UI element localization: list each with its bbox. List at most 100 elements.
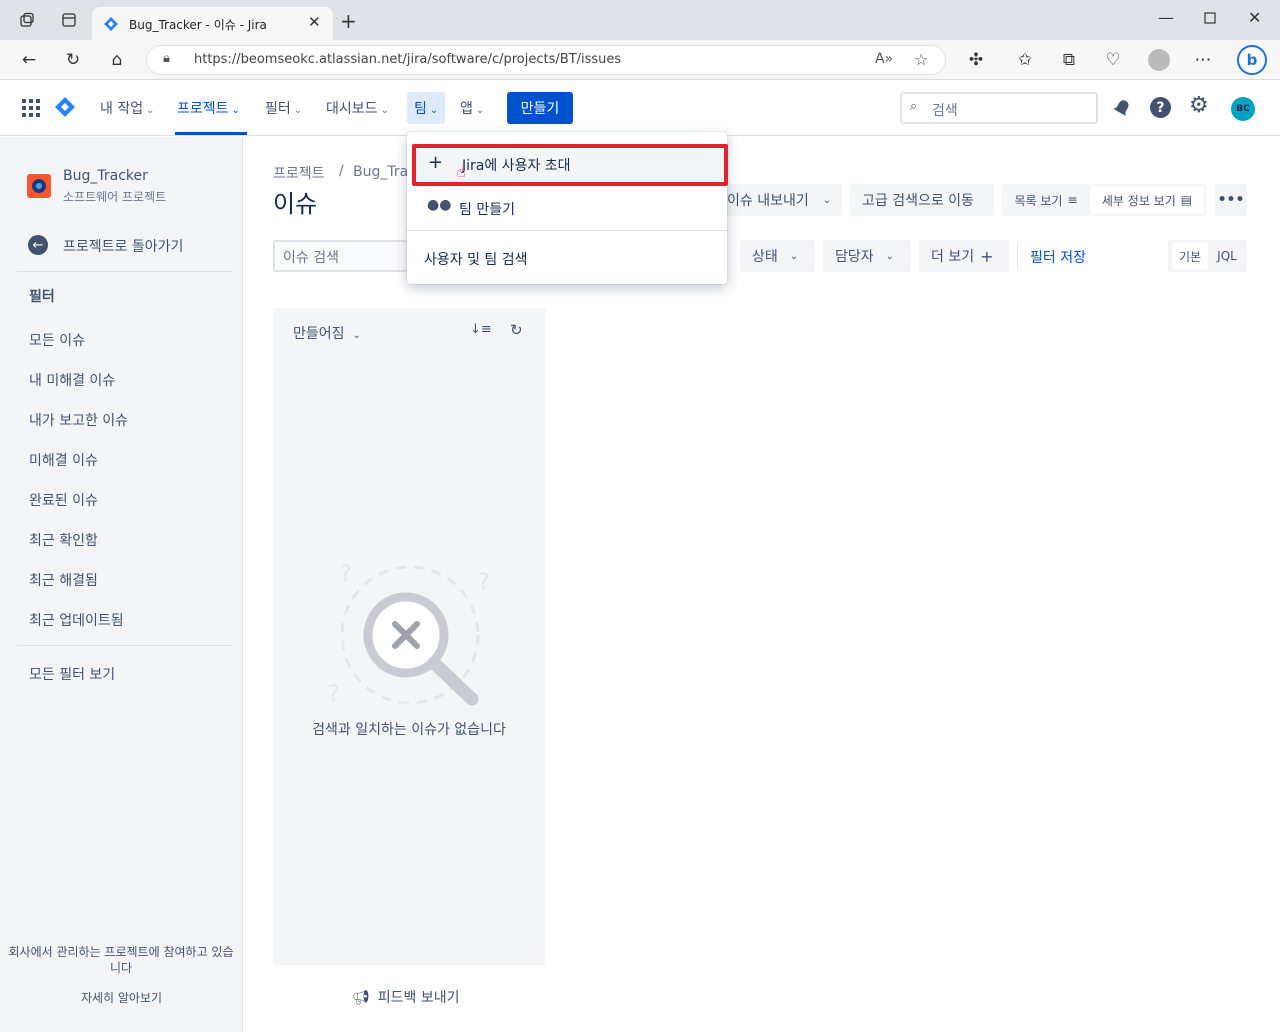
- feedback-label: 피드백 보내기: [377, 990, 460, 1006]
- workspaces-icon[interactable]: [17, 10, 37, 30]
- browser-tab[interactable]: Bug_Tracker - 이슈 - Jira ✕: [92, 7, 333, 40]
- list-icon: ≡: [1067, 193, 1078, 207]
- nav-teams[interactable]: 팀 ⌄: [414, 98, 438, 118]
- list-view-label: 목록 보기: [1014, 193, 1063, 208]
- issue-search-input[interactable]: 이슈 검색: [273, 240, 423, 272]
- app-switcher-icon[interactable]: [22, 99, 40, 121]
- create-button[interactable]: 만들기: [507, 92, 573, 124]
- back-icon[interactable]: ←: [19, 50, 39, 70]
- lock-icon: 🔒︎: [163, 51, 170, 66]
- project-avatar-icon: [27, 174, 51, 198]
- sidebar-item-reported-by-me[interactable]: 내가 보고한 이슈: [29, 410, 128, 430]
- nav-your-work[interactable]: 내 작업 ⌄: [100, 98, 154, 118]
- back-to-project-link[interactable]: 프로젝트로 돌아가기: [63, 236, 183, 256]
- filter-divider: [1017, 243, 1018, 269]
- extensions-icon[interactable]: ✣: [966, 50, 986, 70]
- chevron-down-icon: ⌄: [293, 105, 303, 116]
- close-tab-icon[interactable]: ✕: [308, 13, 321, 31]
- browser-essentials-icon[interactable]: ♡: [1103, 50, 1123, 70]
- sidebar-item-open-issues[interactable]: 미해결 이슈: [29, 450, 98, 470]
- menu-item-search-people-teams[interactable]: 사용자 및 팀 검색: [407, 240, 727, 276]
- breadcrumb-separator: /: [339, 163, 344, 179]
- basic-mode-button[interactable]: 기본: [1172, 243, 1208, 269]
- menu-divider: [407, 230, 727, 231]
- nav-dashboards-label: 대시보드: [326, 101, 378, 117]
- sidebar-item-viewed-recently[interactable]: 최근 확인함: [29, 530, 98, 550]
- sidebar-item-all-issues[interactable]: 모든 이슈: [29, 330, 85, 350]
- minimize-icon[interactable]: —: [1158, 8, 1174, 27]
- favorite-star-icon[interactable]: ☆: [914, 50, 928, 69]
- save-filter-link[interactable]: 필터 저장: [1030, 247, 1086, 267]
- chevron-down-icon: ⌄: [429, 105, 439, 116]
- sidebar-item-resolved-recently[interactable]: 최근 해결됨: [29, 570, 98, 590]
- chevron-down-icon: ⌄: [789, 250, 799, 262]
- sidebar-item-updated-recently[interactable]: 최근 업데이트됨: [29, 610, 124, 630]
- advanced-search-button[interactable]: 고급 검색으로 이동: [850, 184, 994, 216]
- tab-actions-icon[interactable]: [59, 10, 79, 30]
- detail-view-icon: ▤: [1180, 193, 1193, 207]
- more-filters-button[interactable]: 더 보기 +: [919, 240, 1009, 272]
- read-aloud-icon[interactable]: A»: [875, 51, 893, 67]
- nav-dashboards[interactable]: 대시보드 ⌄: [326, 98, 389, 118]
- view-all-filters-link[interactable]: 모든 필터 보기: [29, 664, 115, 684]
- home-icon[interactable]: ⌂: [107, 50, 127, 70]
- new-tab-icon[interactable]: +: [340, 9, 357, 33]
- url-text: https://beomseokc.atlassian.net/jira/sof…: [194, 52, 622, 67]
- jira-logo-icon[interactable]: [54, 96, 76, 122]
- project-sidebar: Bug_Tracker 소프트웨어 프로젝트 ← 프로젝트로 돌아가기 필터 모…: [0, 137, 243, 1032]
- profile-icon[interactable]: [1148, 49, 1170, 71]
- nav-projects[interactable]: 프로젝트 ⌄: [177, 98, 240, 118]
- menu-item-invite-people[interactable]: + Jira에 사용자 초대 ☝: [412, 144, 728, 186]
- more-menu-icon[interactable]: ⋯: [1193, 50, 1213, 70]
- global-search-placeholder: 검색: [932, 103, 958, 119]
- breadcrumb-projects[interactable]: 프로젝트: [273, 163, 325, 183]
- project-type: 소프트웨어 프로젝트: [63, 190, 167, 204]
- sidebar-item-done-issues[interactable]: 완료된 이슈: [29, 490, 98, 510]
- menu-item-create-team[interactable]: ●● 팀 만들기: [407, 188, 727, 228]
- status-filter-button[interactable]: 상태 ⌄: [740, 240, 815, 272]
- issue-list-panel: 만들어짐 ⌄ ↓≡ ↻ ? ? ? 검색과 일치하는 이슈가 없습니다: [273, 308, 545, 965]
- nav-filters[interactable]: 필터 ⌄: [265, 98, 302, 118]
- refresh-icon[interactable]: ↻: [510, 321, 523, 339]
- collections-icon[interactable]: ⧉: [1059, 50, 1079, 70]
- more-filters-label: 더 보기: [931, 249, 975, 265]
- bing-copilot-icon[interactable]: b: [1237, 45, 1267, 75]
- window-close-icon[interactable]: ✕: [1248, 8, 1261, 27]
- notifications-icon[interactable]: [1112, 98, 1132, 122]
- jql-mode-button[interactable]: JQL: [1210, 243, 1244, 269]
- sidebar-item-my-open-issues[interactable]: 내 미해결 이슈: [29, 370, 115, 390]
- sort-order-icon[interactable]: ↓≡: [470, 322, 492, 337]
- page-title: 이슈: [273, 190, 318, 218]
- menu-search-people-label: 사용자 및 팀 검색: [424, 252, 528, 268]
- learn-more-link[interactable]: 자세히 알아보기: [0, 989, 243, 1006]
- list-view-button[interactable]: 목록 보기 ≡: [1006, 187, 1086, 213]
- hand-cursor-icon: ☝: [456, 162, 466, 181]
- detail-view-label: 세부 정보 보기: [1101, 193, 1176, 208]
- sort-by-created[interactable]: 만들어짐 ⌄: [293, 323, 361, 343]
- search-icon: ⌕: [910, 99, 918, 114]
- megaphone-icon: 📢︎: [352, 990, 370, 1006]
- nav-apps[interactable]: 앱 ⌄: [460, 98, 484, 118]
- favorites-icon[interactable]: ✩: [1015, 50, 1035, 70]
- tab-title: Bug_Tracker - 이슈 - Jira: [129, 18, 267, 32]
- more-actions-icon[interactable]: •••: [1215, 184, 1247, 216]
- avatar[interactable]: BC: [1231, 97, 1255, 121]
- back-arrow-icon[interactable]: ←: [28, 235, 48, 255]
- maximize-icon[interactable]: [1204, 9, 1216, 28]
- issue-search-placeholder: 이슈 검색: [283, 250, 339, 266]
- nav-your-work-label: 내 작업: [100, 101, 144, 117]
- refresh-icon[interactable]: ↻: [63, 50, 83, 70]
- feedback-button[interactable]: 📢︎ 피드백 보내기: [352, 987, 460, 1007]
- settings-gear-icon[interactable]: ⚙: [1189, 93, 1209, 118]
- browser-tab-bar: Bug_Tracker - 이슈 - Jira ✕ + — ✕: [0, 0, 1280, 40]
- view-toggle: 목록 보기 ≡ 세부 정보 보기 ▤: [1002, 184, 1207, 216]
- detail-view-button[interactable]: 세부 정보 보기 ▤: [1090, 187, 1204, 213]
- project-name[interactable]: Bug_Tracker: [63, 168, 148, 184]
- help-icon[interactable]: ?: [1150, 97, 1171, 118]
- export-issues-label: 이슈 내보내기: [727, 193, 809, 209]
- assignee-filter-button[interactable]: 담당자 ⌄: [823, 240, 911, 272]
- global-search-input[interactable]: ⌕ 검색: [900, 92, 1098, 124]
- no-results-magnifier-icon: ? ? ?: [328, 555, 498, 719]
- url-field[interactable]: 🔒︎ https://beomseokc.atlassian.net/jira/…: [146, 45, 946, 75]
- menu-create-team-label: 팀 만들기: [459, 202, 515, 218]
